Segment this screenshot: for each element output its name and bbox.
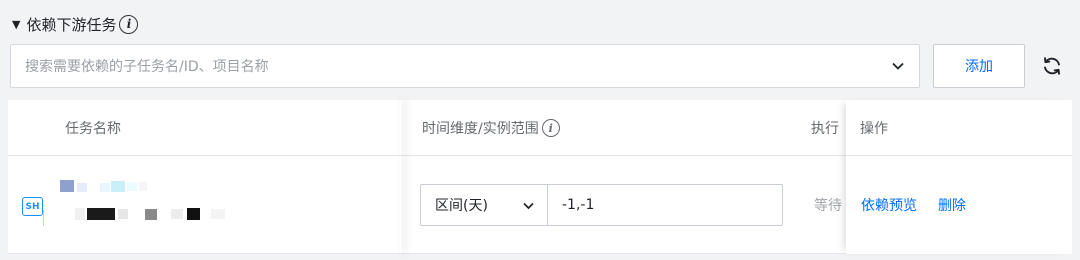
downstream-task-table: 任务名称 时间维度/实例范围 i 执行 SH 区间(天) -1,-1 等待 操作… [8, 100, 1072, 254]
column-header-range: 时间维度/实例范围 i [422, 100, 560, 156]
chevron-down-icon[interactable] [891, 59, 905, 73]
column-header-task-name: 任务名称 [65, 121, 121, 137]
column-header-exec: 执行 [811, 121, 839, 137]
column-header-range-label: 时间维度/实例范围 [422, 121, 539, 137]
dependency-preview-link[interactable]: 依赖预览 [861, 195, 917, 215]
column-header-actions: 操作 [860, 121, 888, 137]
info-icon[interactable]: i [541, 119, 560, 137]
exec-status: 等待 [814, 198, 842, 214]
refresh-icon[interactable] [1040, 54, 1064, 78]
search-placeholder: 搜索需要依赖的子任务名/ID、项目名称 [25, 59, 269, 75]
section-title: 依赖下游任务 [26, 15, 117, 34]
add-button[interactable]: 添加 [933, 44, 1025, 88]
task-search-select[interactable]: 搜索需要依赖的子任务名/ID、项目名称 [10, 44, 920, 88]
chevron-down-icon [523, 202, 534, 209]
shell-task-icon: SH [22, 197, 43, 216]
caret-down-icon[interactable]: ▼ [12, 18, 20, 31]
task-type-divider [43, 210, 44, 226]
range-unit-value: 区间(天) [435, 198, 488, 214]
section-header[interactable]: ▼ 依赖下游任务 i [12, 12, 139, 36]
delete-link[interactable]: 删除 [938, 195, 966, 215]
range-value-input[interactable] [547, 184, 783, 226]
fixed-column-shadow [400, 100, 401, 254]
range-unit-select[interactable]: 区间(天) [420, 184, 548, 226]
info-icon[interactable]: i [119, 14, 139, 34]
